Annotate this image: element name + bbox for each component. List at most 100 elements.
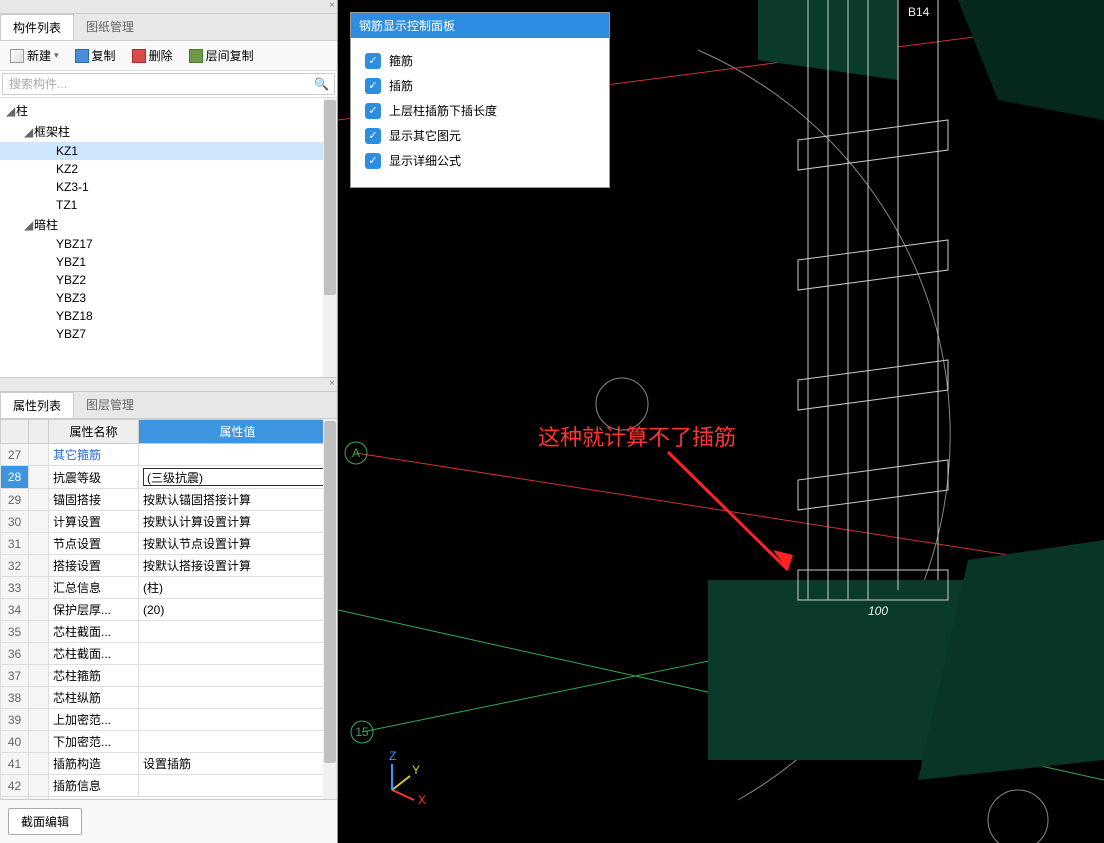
- expand-cell: [29, 775, 49, 797]
- tree-item[interactable]: KZ3-1: [0, 178, 337, 196]
- checkbox-label: 显示详细公式: [389, 152, 461, 169]
- row-number: 33: [1, 577, 29, 599]
- property-row[interactable]: 34 保护层厚... (20): [1, 599, 337, 621]
- property-group-name: 土建业务属性: [49, 797, 337, 800]
- checkbox-icon[interactable]: ✓: [365, 53, 381, 69]
- expand-cell: [29, 489, 49, 511]
- property-name: 芯柱纵筋: [49, 687, 139, 709]
- tab-drawing-manage[interactable]: 图纸管理: [74, 14, 146, 40]
- row-number: 27: [1, 444, 29, 466]
- property-group-row[interactable]: 43 + 土建业务属性: [1, 797, 337, 800]
- property-name: 芯柱截面...: [49, 621, 139, 643]
- layer-copy-button[interactable]: 层间复制: [183, 45, 260, 66]
- tree-node-frame[interactable]: ◢框架柱: [0, 121, 337, 142]
- property-row[interactable]: 41 插筋构造 设置插筋: [1, 753, 337, 775]
- section-edit-button[interactable]: 截面编辑: [8, 808, 82, 835]
- property-row[interactable]: 28 抗震等级: [1, 466, 337, 489]
- property-row[interactable]: 40 下加密范...: [1, 731, 337, 753]
- property-value[interactable]: [139, 444, 337, 466]
- expand-cell: [29, 577, 49, 599]
- property-row[interactable]: 30 计算设置 按默认计算设置计算: [1, 511, 337, 533]
- tree-item[interactable]: KZ2: [0, 160, 337, 178]
- copy-button[interactable]: 复制: [69, 45, 122, 66]
- tree-node-root[interactable]: ◢柱: [0, 100, 337, 121]
- checkbox-row[interactable]: ✓箍筋: [365, 48, 595, 73]
- close-icon[interactable]: ×: [329, 378, 335, 389]
- col-rownum: [1, 420, 29, 444]
- checkbox-icon[interactable]: ✓: [365, 78, 381, 94]
- tree-item[interactable]: YBZ3: [0, 289, 337, 307]
- property-value[interactable]: 设置插筋: [139, 753, 337, 775]
- bottom-bar: 截面编辑: [0, 799, 337, 843]
- row-number: 32: [1, 555, 29, 577]
- property-value[interactable]: [139, 643, 337, 665]
- tree-item-kz1[interactable]: KZ1: [0, 142, 337, 160]
- property-value[interactable]: (20): [139, 599, 337, 621]
- row-number: 29: [1, 489, 29, 511]
- delete-icon: [132, 49, 146, 63]
- property-value-input[interactable]: [143, 468, 332, 486]
- property-row[interactable]: 32 搭接设置 按默认搭接设置计算: [1, 555, 337, 577]
- checkbox-icon[interactable]: ✓: [365, 103, 381, 119]
- tree-item[interactable]: YBZ2: [0, 271, 337, 289]
- tree-node-dark[interactable]: ◢暗柱: [0, 214, 337, 235]
- svg-text:B14: B14: [908, 5, 930, 19]
- checkbox-row[interactable]: ✓显示其它图元: [365, 123, 595, 148]
- property-row[interactable]: 38 芯柱纵筋: [1, 687, 337, 709]
- property-value[interactable]: 按默认锚固搭接计算: [139, 489, 337, 511]
- property-row[interactable]: 31 节点设置 按默认节点设置计算: [1, 533, 337, 555]
- tree-item[interactable]: YBZ17: [0, 235, 337, 253]
- property-row[interactable]: 33 汇总信息 (柱): [1, 577, 337, 599]
- checkbox-row[interactable]: ✓ 显示详细公式: [365, 148, 595, 173]
- tab-layer-manage[interactable]: 图层管理: [74, 392, 146, 418]
- tree-item[interactable]: TZ1: [0, 196, 337, 214]
- property-value[interactable]: [139, 621, 337, 643]
- prop-scrollbar[interactable]: [323, 419, 337, 799]
- checkbox-row[interactable]: ✓插筋: [365, 73, 595, 98]
- row-number: 35: [1, 621, 29, 643]
- property-value[interactable]: 按默认搭接设置计算: [139, 555, 337, 577]
- property-value[interactable]: [139, 731, 337, 753]
- property-value[interactable]: (柱): [139, 577, 337, 599]
- property-value[interactable]: [139, 687, 337, 709]
- close-icon[interactable]: ×: [329, 0, 335, 11]
- property-row[interactable]: 29 锚固搭接 按默认锚固搭接计算: [1, 489, 337, 511]
- property-row[interactable]: 27 其它箍筋: [1, 444, 337, 466]
- property-row[interactable]: 42 插筋信息: [1, 775, 337, 797]
- search-input[interactable]: [2, 73, 335, 95]
- property-value[interactable]: [139, 709, 337, 731]
- property-value[interactable]: 按默认计算设置计算: [139, 511, 337, 533]
- col-name: 属性名称: [49, 420, 139, 444]
- property-row[interactable]: 39 上加密范...: [1, 709, 337, 731]
- viewport-3d[interactable]: A 15 100 B14 X Y Z 这种就计算不了插筋 钢筋显示控制面板 ✓箍…: [338, 0, 1104, 843]
- row-number: 40: [1, 731, 29, 753]
- tree-scrollbar[interactable]: [323, 98, 337, 377]
- tree-item[interactable]: YBZ18: [0, 307, 337, 325]
- checkbox-row[interactable]: ✓上层柱插筋下插长度: [365, 98, 595, 123]
- rebar-display-panel[interactable]: 钢筋显示控制面板 ✓箍筋✓插筋✓上层柱插筋下插长度✓显示其它图元✓显示详细公式: [350, 12, 610, 188]
- svg-text:Y: Y: [412, 763, 420, 777]
- component-tabs: 构件列表 图纸管理: [0, 14, 337, 41]
- expand-toggle[interactable]: +: [29, 797, 49, 800]
- delete-label: 删除: [149, 47, 173, 64]
- row-number: 28: [1, 466, 29, 489]
- tree-item[interactable]: YBZ7: [0, 325, 337, 343]
- checkbox-icon[interactable]: ✓: [365, 153, 381, 169]
- search-icon[interactable]: 🔍: [314, 77, 329, 91]
- property-name: 锚固搭接: [49, 489, 139, 511]
- property-name: 保护层厚...: [49, 599, 139, 621]
- new-button[interactable]: 新建▾: [4, 45, 65, 66]
- tab-property-list[interactable]: 属性列表: [0, 392, 74, 418]
- tree-item[interactable]: YBZ1: [0, 253, 337, 271]
- row-number: 30: [1, 511, 29, 533]
- property-row[interactable]: 36 芯柱截面...: [1, 643, 337, 665]
- tab-component-list[interactable]: 构件列表: [0, 14, 74, 40]
- checkbox-icon[interactable]: ✓: [365, 128, 381, 144]
- property-row[interactable]: 35 芯柱截面...: [1, 621, 337, 643]
- property-value[interactable]: [139, 665, 337, 687]
- property-row[interactable]: 37 芯柱箍筋: [1, 665, 337, 687]
- property-value[interactable]: 按默认节点设置计算: [139, 533, 337, 555]
- row-number: 34: [1, 599, 29, 621]
- property-value[interactable]: [139, 775, 337, 797]
- delete-button[interactable]: 删除: [126, 45, 179, 66]
